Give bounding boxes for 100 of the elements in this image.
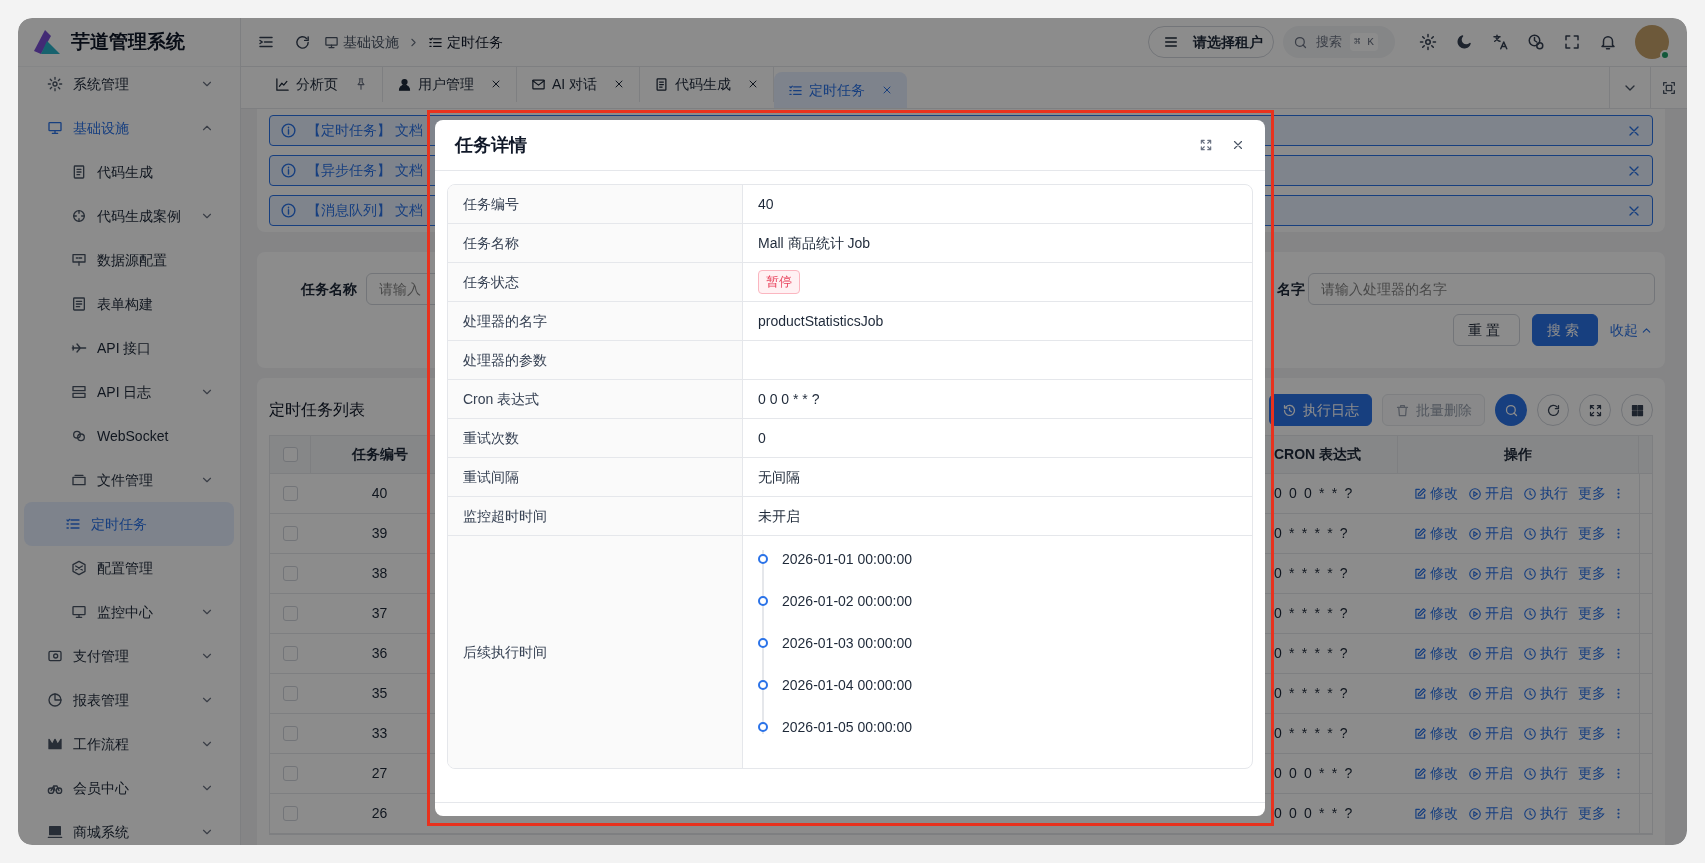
sidebar-item[interactable]: 代码生成 bbox=[24, 150, 234, 194]
tab[interactable]: 用户管理 bbox=[383, 66, 517, 102]
enable-link[interactable]: 开启 bbox=[1467, 723, 1513, 744]
sidebar-item[interactable]: WebSocket bbox=[24, 414, 234, 458]
detail-value: productStatisticsJob bbox=[758, 311, 884, 331]
run-link[interactable]: 执行 bbox=[1522, 683, 1568, 704]
more-link[interactable]: 更多 bbox=[1577, 723, 1625, 744]
fullscreen-icon[interactable] bbox=[1563, 33, 1581, 51]
sidebar-item[interactable]: 基础设施 bbox=[24, 106, 234, 150]
fullscreen-button[interactable] bbox=[1579, 394, 1611, 426]
tab[interactable]: 分析页 bbox=[261, 66, 383, 102]
moon-icon[interactable] bbox=[1455, 33, 1473, 51]
run-link[interactable]: 执行 bbox=[1522, 763, 1568, 784]
enable-link[interactable]: 开启 bbox=[1467, 643, 1513, 664]
checkbox[interactable] bbox=[283, 686, 298, 701]
clock-icon bbox=[1522, 646, 1537, 661]
sidebar-item[interactable]: 定时任务 bbox=[24, 502, 234, 546]
run-link[interactable]: 执行 bbox=[1522, 643, 1568, 664]
enable-link[interactable]: 开启 bbox=[1467, 483, 1513, 504]
refresh-button[interactable] bbox=[1537, 394, 1569, 426]
enable-link[interactable]: 开启 bbox=[1467, 563, 1513, 584]
close-icon[interactable] bbox=[490, 78, 502, 90]
log-button[interactable]: 执行日志 bbox=[1269, 394, 1372, 426]
more-link[interactable]: 更多 bbox=[1577, 603, 1625, 624]
checkbox[interactable] bbox=[283, 726, 298, 741]
sidebar-item[interactable]: 会员中心 bbox=[24, 766, 234, 810]
detail-label: 重试间隔 bbox=[463, 467, 519, 487]
edit-link[interactable]: 修改 bbox=[1412, 563, 1458, 584]
run-link[interactable]: 执行 bbox=[1522, 603, 1568, 624]
tab[interactable]: 定时任务 bbox=[774, 72, 908, 108]
checkbox[interactable] bbox=[283, 566, 298, 581]
sidebar-item[interactable]: 表单构建 bbox=[24, 282, 234, 326]
info-icon bbox=[280, 202, 297, 219]
edit-link[interactable]: 修改 bbox=[1412, 803, 1458, 824]
edit-link[interactable]: 修改 bbox=[1412, 683, 1458, 704]
refresh-button[interactable] bbox=[294, 33, 311, 51]
sidebar-item[interactable]: 配置管理 bbox=[24, 546, 234, 590]
collapse-link[interactable]: 收起 bbox=[1610, 319, 1653, 341]
enable-link[interactable]: 开启 bbox=[1467, 683, 1513, 704]
enable-link[interactable]: 开启 bbox=[1467, 803, 1513, 824]
sidebar-item[interactable]: API 日志 bbox=[24, 370, 234, 414]
grid-icon bbox=[1629, 402, 1645, 418]
sidebar-item[interactable]: 监控中心 bbox=[24, 590, 234, 634]
sidebar-item[interactable]: 工作流程 bbox=[24, 722, 234, 766]
close-icon[interactable] bbox=[1231, 138, 1245, 152]
play-circle-icon bbox=[1467, 686, 1482, 701]
fullscreen-icon[interactable] bbox=[1199, 138, 1213, 152]
search-submit-button[interactable]: 搜索 bbox=[1531, 314, 1598, 346]
screen-capture-icon[interactable] bbox=[1661, 79, 1677, 96]
more-link[interactable]: 更多 bbox=[1577, 763, 1625, 784]
edit-link[interactable]: 修改 bbox=[1412, 603, 1458, 624]
bell-icon[interactable] bbox=[1599, 33, 1617, 51]
input-field[interactable]: 请输入处理器的名字 bbox=[1308, 273, 1655, 305]
checkbox[interactable] bbox=[283, 646, 298, 661]
more-link[interactable]: 更多 bbox=[1577, 683, 1625, 704]
avatar[interactable] bbox=[1635, 25, 1669, 59]
sidebar-item[interactable]: 代码生成案例 bbox=[24, 194, 234, 238]
grid-button[interactable] bbox=[1621, 394, 1653, 426]
checkbox[interactable] bbox=[282, 447, 298, 462]
tab[interactable]: AI 对话 bbox=[517, 66, 641, 102]
sidebar-item[interactable]: API 接口 bbox=[24, 326, 234, 370]
edit-link[interactable]: 修改 bbox=[1412, 763, 1458, 784]
search-button[interactable]: 搜索 ⌘ K bbox=[1283, 26, 1395, 58]
search-button[interactable] bbox=[1495, 394, 1527, 426]
more-link[interactable]: 更多 bbox=[1577, 803, 1625, 824]
edit-link[interactable]: 修改 bbox=[1412, 723, 1458, 744]
sidebar-item[interactable]: 系统管理 bbox=[24, 62, 234, 106]
pin-icon[interactable] bbox=[354, 77, 368, 91]
detail-label: 重试次数 bbox=[463, 428, 519, 448]
run-link[interactable]: 执行 bbox=[1522, 803, 1568, 824]
sidebar-item[interactable]: 文件管理 bbox=[24, 458, 234, 502]
checkbox[interactable] bbox=[283, 526, 298, 541]
run-link[interactable]: 执行 bbox=[1522, 483, 1568, 504]
sidebar-item[interactable]: 商城系统 bbox=[24, 810, 234, 845]
more-link[interactable]: 更多 bbox=[1577, 643, 1625, 664]
run-link[interactable]: 执行 bbox=[1522, 523, 1568, 544]
reset-button[interactable]: 重置 bbox=[1453, 314, 1520, 346]
sidebar-item[interactable]: 支付管理 bbox=[24, 634, 234, 678]
edit-link[interactable]: 修改 bbox=[1412, 643, 1458, 664]
checkbox[interactable] bbox=[283, 486, 298, 501]
clock-globe-icon[interactable] bbox=[1527, 33, 1545, 51]
enable-link[interactable]: 开启 bbox=[1467, 523, 1513, 544]
breadcrumb-link[interactable]: 基础设施 bbox=[324, 31, 399, 53]
translate-icon[interactable] bbox=[1491, 33, 1509, 51]
sidebar-item[interactable]: 数据源配置 bbox=[24, 238, 234, 282]
edit-link[interactable]: 修改 bbox=[1412, 523, 1458, 544]
run-link[interactable]: 执行 bbox=[1522, 563, 1568, 584]
run-link[interactable]: 执行 bbox=[1522, 723, 1568, 744]
enable-link[interactable]: 开启 bbox=[1467, 763, 1513, 784]
edit-link[interactable]: 修改 bbox=[1412, 483, 1458, 504]
breadcrumb-link[interactable]: 定时任务 bbox=[428, 31, 503, 53]
more-link[interactable]: 更多 bbox=[1577, 523, 1625, 544]
checkbox[interactable] bbox=[283, 806, 298, 821]
more-link[interactable]: 更多 bbox=[1577, 483, 1625, 504]
edit-icon bbox=[1412, 766, 1427, 781]
checkbox[interactable] bbox=[283, 766, 298, 781]
enable-link[interactable]: 开启 bbox=[1467, 603, 1513, 624]
checkbox[interactable] bbox=[283, 606, 298, 621]
sidebar-item[interactable]: 报表管理 bbox=[24, 678, 234, 722]
more-link[interactable]: 更多 bbox=[1577, 563, 1625, 584]
